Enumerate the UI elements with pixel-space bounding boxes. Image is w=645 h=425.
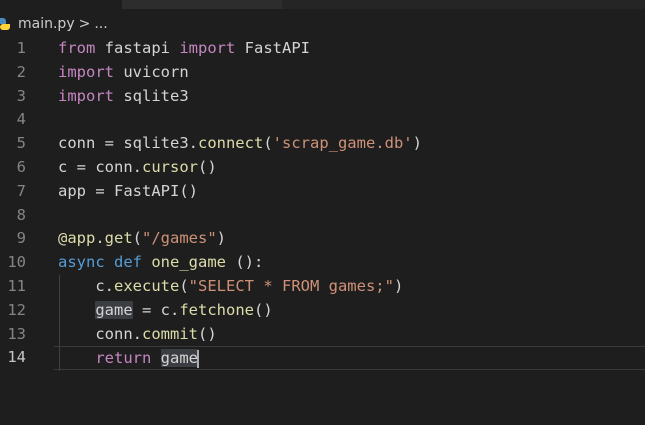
code-line-6[interactable]: c = conn.cursor() (58, 156, 645, 180)
line-number: 10 (7, 253, 26, 272)
function-name: commit (142, 324, 198, 343)
line-number-gutter[interactable]: 1 2 3 4 5 6 7 8 9 10 11 12 13 14 (0, 37, 34, 370)
editor-tab-strip-active[interactable] (122, 0, 282, 9)
keyword: import (179, 39, 236, 57)
string-literal: "SELECT * FROM games;" (188, 276, 394, 295)
string-literal: 'scrap_game.db' (272, 134, 413, 153)
line-number-current: 14 (7, 348, 26, 367)
function-name: execute (114, 276, 180, 295)
line-number: 5 (16, 134, 26, 153)
line-number: 12 (7, 300, 26, 319)
line-number: 2 (16, 62, 26, 81)
line-number: 13 (7, 324, 26, 343)
breadcrumb: main.py > ... (0, 12, 108, 36)
function-name: one_game (151, 253, 226, 272)
code-line-10[interactable]: async def one_game (): (58, 251, 645, 275)
line-number: 8 (16, 205, 26, 224)
variable-highlight: game (160, 349, 198, 368)
keyword: import (58, 62, 114, 81)
code-line-11[interactable]: c.execute("SELECT * FROM games;") (58, 275, 645, 299)
keyword: def (104, 253, 152, 272)
line-number: 1 (16, 39, 26, 57)
decorator: @app.get (58, 229, 133, 248)
line-number: 6 (16, 157, 26, 176)
keyword: return (95, 349, 152, 368)
code-line-13[interactable]: conn.commit() (58, 323, 645, 347)
code-line-2[interactable]: import uvicorn (58, 61, 645, 85)
function-name: connect (197, 134, 264, 153)
function-name: fetchone (179, 300, 254, 319)
line-number: 7 (16, 181, 26, 200)
code-line-1[interactable]: from fastapi import FastAPI (58, 37, 645, 61)
code-line-7[interactable]: app = FastAPI() (58, 180, 645, 204)
code-line-3[interactable]: import sqlite3 (58, 85, 645, 109)
python-file-icon (0, 17, 12, 31)
line-number: 4 (16, 110, 26, 129)
code-line-14-current[interactable]: return game (54, 346, 645, 371)
keyword: import (58, 86, 114, 105)
chevron-right-icon: > (78, 16, 91, 32)
code-line-9[interactable]: @app.get("/games") (58, 227, 645, 251)
code-text-area[interactable]: from fastapi import FastAPI import uvico… (54, 37, 645, 371)
breadcrumb-more[interactable]: ... (94, 16, 107, 32)
line-number: 3 (16, 86, 26, 105)
code-line-4[interactable] (58, 108, 645, 132)
code-editor[interactable]: main.py > ... 1 2 3 4 5 6 7 8 9 10 11 12… (0, 0, 645, 425)
string-literal: "/games" (142, 229, 217, 248)
editor-tab-strip (282, 0, 645, 9)
line-number: 9 (16, 229, 26, 248)
variable-highlight: game (95, 300, 133, 319)
code-line-12[interactable]: game = c.fetchone() (58, 299, 645, 323)
keyword: async (58, 253, 105, 272)
code-line-8[interactable] (58, 204, 645, 228)
function-name: cursor (142, 157, 198, 176)
code-line-5[interactable]: conn = sqlite3.connect('scrap_game.db') (58, 132, 645, 156)
keyword: from (58, 39, 96, 57)
breadcrumb-file[interactable]: main.py (18, 16, 75, 32)
text-cursor (197, 349, 199, 368)
line-number: 11 (7, 276, 26, 295)
